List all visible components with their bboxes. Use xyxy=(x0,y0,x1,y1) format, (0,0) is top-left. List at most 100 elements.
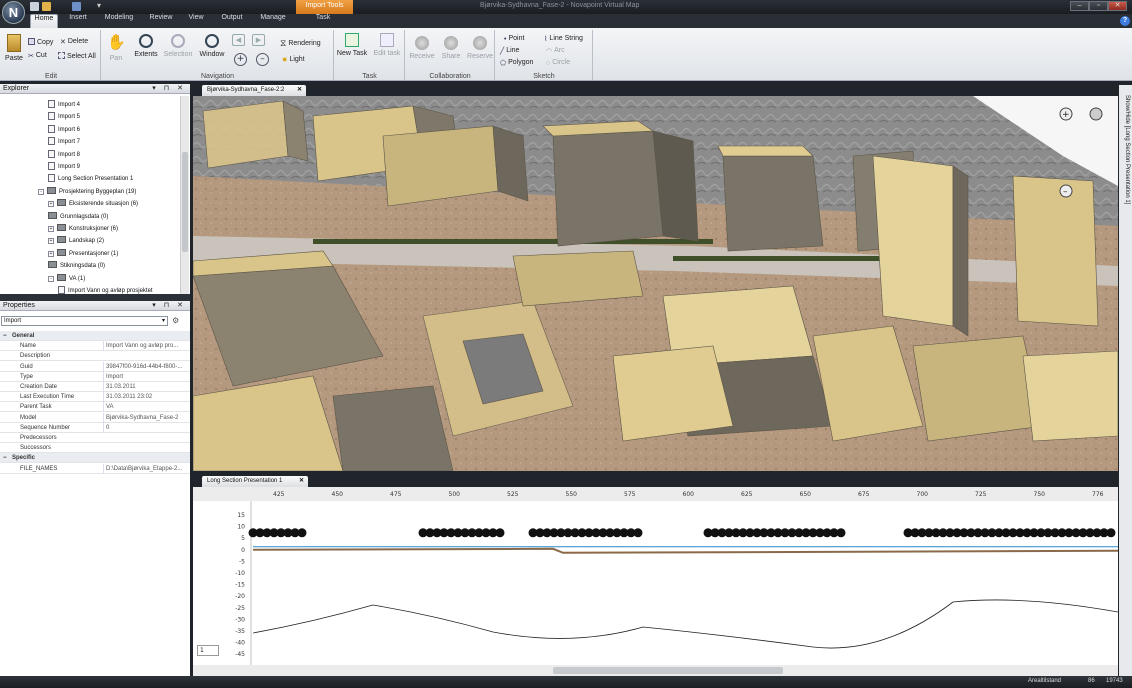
tab-task[interactable]: Task xyxy=(308,14,338,28)
close-button[interactable]: ✕ xyxy=(1108,1,1127,11)
tab-view[interactable]: View xyxy=(183,14,209,28)
forward-view-icon[interactable]: ▶ xyxy=(252,34,265,46)
copy-button[interactable]: Copy xyxy=(28,38,53,46)
viewport-zoom-in-icon[interactable]: + xyxy=(1062,110,1070,120)
edit-task-button[interactable]: Edit task xyxy=(371,33,403,57)
tree-item[interactable]: + Landskap (2) xyxy=(48,235,104,247)
close-tab-icon[interactable]: ✕ xyxy=(299,476,304,487)
property-row[interactable]: Sequence Number 0 xyxy=(0,422,190,433)
circle-button[interactable]: ○ Circle xyxy=(546,59,570,67)
tree-item[interactable]: Import 8 xyxy=(48,149,80,161)
save-icon[interactable] xyxy=(72,2,81,11)
property-row[interactable]: Model Bjørvika-Sydhavna_Fase-2 xyxy=(0,412,190,423)
tab-long-section[interactable]: Long Section Presentation 1 ✕ xyxy=(202,476,308,487)
back-view-icon[interactable]: ◀ xyxy=(232,34,245,46)
delete-button[interactable]: ✕ Delete xyxy=(60,38,88,46)
expand-icon[interactable]: + xyxy=(48,226,54,232)
property-value[interactable]: Import xyxy=(103,371,189,382)
selection-button[interactable]: Selection xyxy=(162,34,194,58)
property-value[interactable]: 31.03.2011 23:02 xyxy=(103,392,189,403)
tree-item[interactable]: Import 6 xyxy=(48,124,80,136)
tree-item[interactable]: Import 5 xyxy=(48,111,80,123)
expand-icon[interactable]: + xyxy=(48,250,54,257)
tab-review[interactable]: Review xyxy=(145,14,177,28)
properties-panel-controls[interactable]: ▾ ⊓ ✕ xyxy=(152,301,186,309)
property-row[interactable]: FILE_NAMES D:\Data\Bjørvika_Etappe-2... xyxy=(0,463,190,474)
qat-dropdown-icon[interactable]: ▾ xyxy=(97,1,101,10)
property-value[interactable]: VA xyxy=(103,402,189,413)
tree-item[interactable]: + Presentasjoner (1) xyxy=(48,248,118,260)
open-folder-icon[interactable] xyxy=(42,2,51,11)
tree-item[interactable]: + Eksisterende situasjon (6) xyxy=(48,198,138,210)
collapse-icon[interactable]: − xyxy=(3,331,7,341)
properties-object-select[interactable]: Import ▾ xyxy=(1,316,168,326)
property-row[interactable]: Parent Task VA xyxy=(0,402,190,413)
tree-item[interactable]: Import Vann og avløp prosjektet xyxy=(58,285,153,294)
collapse-icon[interactable]: − xyxy=(3,453,7,463)
viewport-zoom-out-icon[interactable]: – xyxy=(1063,187,1068,197)
polygon-button[interactable]: ⬠ Polygon xyxy=(500,59,533,67)
minimize-button[interactable]: – xyxy=(1070,1,1089,11)
application-menu-button[interactable]: N xyxy=(2,1,25,24)
arc-button[interactable]: ◠ Arc xyxy=(546,47,565,55)
tree-item[interactable]: - Prosjektering Byggeplan (19) xyxy=(38,186,136,198)
share-button[interactable]: Share xyxy=(437,36,465,60)
close-tab-icon[interactable]: ✕ xyxy=(297,85,302,96)
reserve-button[interactable]: Reserve xyxy=(465,36,495,60)
collapse-icon[interactable]: - xyxy=(48,275,54,282)
property-row[interactable]: Type Import xyxy=(0,371,190,382)
tab-manage[interactable]: Manage xyxy=(256,14,290,28)
point-button[interactable]: • Point xyxy=(504,35,524,43)
pan-button[interactable]: ✋ Pan xyxy=(104,34,128,62)
property-category[interactable]: − Specific xyxy=(0,453,190,464)
cut-button[interactable]: ✂ Cut xyxy=(28,52,47,60)
explorer-scrollbar[interactable] xyxy=(180,96,189,294)
property-value[interactable]: D:\Data\Bjørvika_Etappe-2... xyxy=(103,463,189,474)
tab-modeling[interactable]: Modeling xyxy=(100,14,138,28)
new-file-icon[interactable] xyxy=(30,2,39,11)
new-task-button[interactable]: New Task xyxy=(335,33,369,57)
collapse-icon[interactable]: - xyxy=(38,188,44,195)
tree-item[interactable]: Import 4 xyxy=(48,99,80,111)
property-value[interactable]: 39847f00-916d-44b4-f800-... xyxy=(103,361,189,372)
long-section-scroll-thumb[interactable] xyxy=(553,667,783,674)
paste-button[interactable]: Paste xyxy=(4,34,24,62)
property-value[interactable]: Import Vann og avløp pro... xyxy=(103,341,189,352)
property-value[interactable]: Bjørvika-Sydhavna_Fase-2 xyxy=(103,412,189,423)
select-all-button[interactable]: Select All xyxy=(58,52,96,60)
tab-output[interactable]: Output xyxy=(216,14,248,28)
tree-item[interactable]: Stikningsdata (0) xyxy=(48,260,105,272)
layer-status[interactable]: Arealtilstand xyxy=(1028,678,1061,684)
zoom-in-icon[interactable]: + xyxy=(234,53,247,66)
receive-button[interactable]: Receive xyxy=(408,36,436,60)
property-row[interactable]: Successors xyxy=(0,443,190,454)
tab-home[interactable]: Home xyxy=(30,14,58,28)
gear-icon[interactable]: ⚙ xyxy=(172,316,186,326)
property-row[interactable]: Guid 39847f00-916d-44b4-f800-... xyxy=(0,361,190,372)
property-row[interactable]: Last Execution Time 31.03.2011 23:02 xyxy=(0,392,190,403)
tree-item[interactable]: Import 9 xyxy=(48,161,80,173)
3d-viewport[interactable]: + – xyxy=(193,96,1118,471)
long-section-view[interactable]: 425 450 475 500 525 550 575 600 625 650 675 700 725 7… xyxy=(193,487,1118,676)
property-value[interactable]: 31.03.2011 xyxy=(103,382,189,392)
property-row[interactable]: Creation Date 31.03.2011 xyxy=(0,382,190,392)
property-row[interactable]: Predecessors xyxy=(0,433,190,443)
line-string-button[interactable]: ⌇ Line String xyxy=(544,35,583,43)
tab-3d-view[interactable]: Bjørvika-Sydhavna_Fase-2:2 ✕ xyxy=(202,85,306,96)
long-section-scale-spinner[interactable]: 1 xyxy=(197,645,219,656)
rendering-button[interactable]: ⧖ Rendering xyxy=(280,38,321,48)
property-value[interactable]: 0 xyxy=(103,422,189,433)
expand-icon[interactable]: + xyxy=(48,201,54,208)
tab-insert[interactable]: Insert xyxy=(63,14,93,28)
property-row[interactable]: Name Import Vann og avløp pro... xyxy=(0,341,190,352)
panel-splitter[interactable] xyxy=(0,294,190,301)
window-button[interactable]: Window xyxy=(198,34,226,58)
tree-item[interactable]: Grunnlagsdata (0) xyxy=(48,211,108,223)
explorer-scroll-thumb[interactable] xyxy=(182,152,188,252)
zoom-out-icon[interactable]: – xyxy=(256,53,269,66)
side-panel-strip[interactable]: Show/Hide [Long Section Presentation 1] xyxy=(1119,85,1132,676)
tree-item[interactable]: Long Section Presentation 1 xyxy=(48,173,133,185)
explorer-panel-controls[interactable]: ▾ ⊓ ✕ xyxy=(152,84,186,92)
tree-item[interactable]: + Konstruksjoner (6) xyxy=(48,223,118,235)
light-button[interactable]: ● Light xyxy=(282,54,305,64)
